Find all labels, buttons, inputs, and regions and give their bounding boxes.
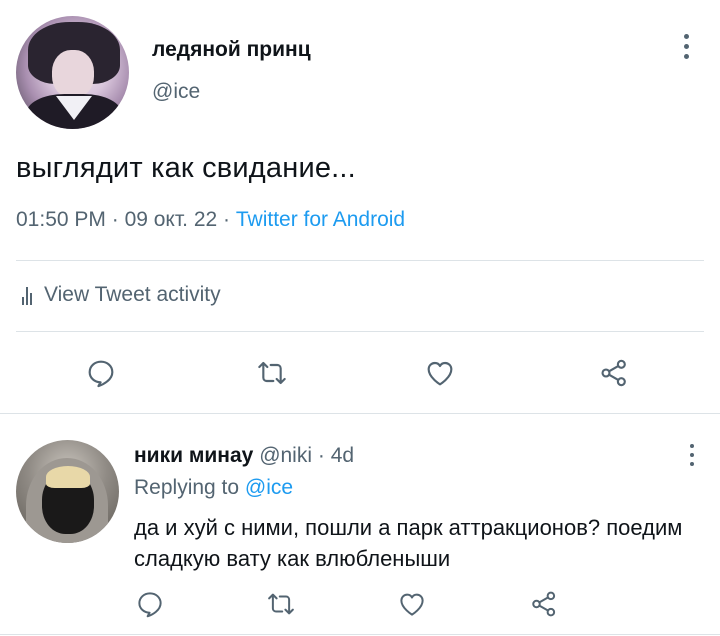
author-avatar[interactable] [16, 16, 129, 129]
retweet-icon [258, 361, 286, 385]
tweet-date: 09 окт. 22 [124, 208, 218, 231]
reply-text: да и хуй с ними, пошли а парк аттракцион… [134, 515, 683, 571]
reply-like-button[interactable] [394, 586, 430, 622]
tweet-source-link[interactable]: Twitter for Android [236, 208, 405, 231]
tweet-text: выглядит как свидание... [16, 152, 356, 184]
reply-author-line: ники минау @niki · 4d [134, 444, 354, 468]
like-icon [427, 361, 453, 386]
reply-handle[interactable]: @niki [259, 444, 312, 467]
reply-more-options-icon[interactable] [684, 444, 700, 470]
retweet-icon [268, 593, 294, 615]
reply-reply-button[interactable] [132, 586, 168, 622]
activity-label: View Tweet activity [44, 283, 221, 306]
reply-button[interactable] [81, 353, 121, 393]
reply-share-button[interactable] [526, 586, 562, 622]
divider [0, 634, 720, 635]
reply-icon [138, 592, 162, 618]
retweet-button[interactable] [252, 353, 292, 393]
replying-prefix: Replying to [134, 476, 240, 499]
reply-author-avatar[interactable] [16, 440, 119, 543]
like-icon [400, 593, 424, 616]
replying-to-handle[interactable]: @ice [245, 476, 293, 499]
tweet-metadata: 01:50 PM · 09 окт. 22 · Twitter for Andr… [16, 208, 405, 232]
divider [16, 331, 704, 332]
reply-display-name[interactable]: ники минау [134, 444, 253, 467]
view-tweet-activity-button[interactable]: View Tweet activity [22, 283, 221, 307]
meta-separator: · [111, 208, 125, 231]
reply-age: 4d [330, 444, 355, 467]
activity-chart-icon [22, 285, 32, 305]
more-options-icon[interactable] [676, 34, 696, 64]
author-display-name[interactable]: ледяной принц [152, 38, 311, 62]
avatar-hair [46, 466, 90, 488]
meta-separator: · [223, 208, 236, 231]
like-button[interactable] [420, 353, 460, 393]
share-icon [601, 359, 626, 387]
reply-retweet-button[interactable] [263, 586, 299, 622]
meta-separator: · [312, 444, 331, 467]
divider [0, 413, 720, 414]
divider [16, 260, 704, 261]
share-icon [532, 591, 556, 617]
reply-icon [88, 360, 114, 388]
replying-to-line: Replying to @ice [134, 476, 293, 500]
author-handle[interactable]: @ice [152, 80, 200, 104]
share-button[interactable] [594, 353, 634, 393]
avatar-face [52, 50, 94, 98]
tweet-time: 01:50 PM [16, 208, 106, 231]
